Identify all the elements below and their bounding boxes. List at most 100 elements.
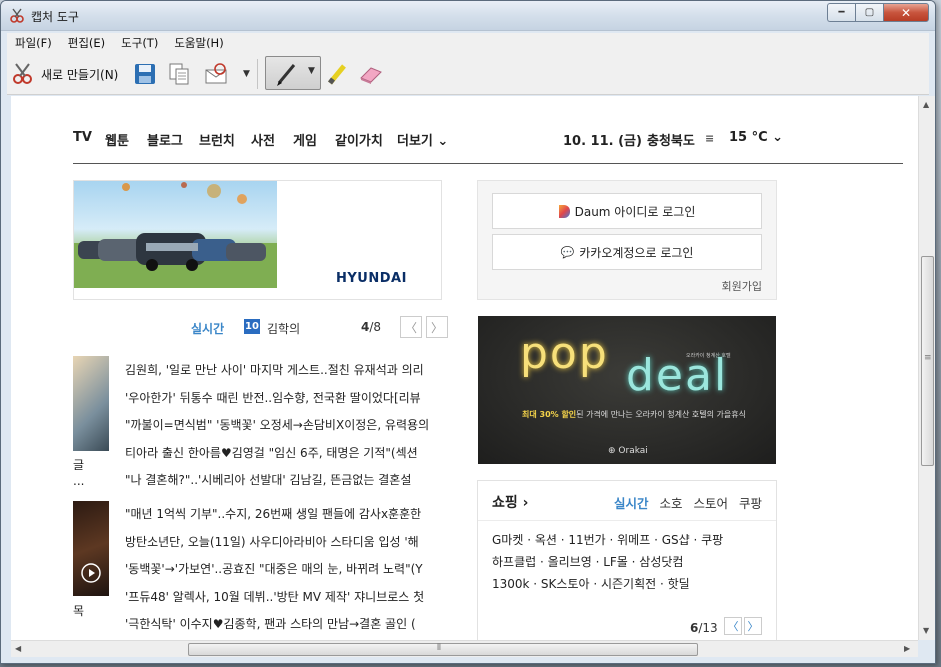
realtime-prev-button[interactable]: 〈 (400, 316, 422, 338)
shopping-links: G마켓 · 옥션 · 11번가 · 위메프 · GS샵 · 쿠팡 하프클럽 · … (492, 530, 723, 596)
shopping-next-button[interactable]: 〉 (744, 617, 762, 635)
thumbnail-caption-ellipsis: ... (73, 474, 85, 488)
menu-help[interactable]: 도움말(H) (174, 35, 223, 51)
hyundai-logo: HYUNDAI (336, 271, 407, 286)
menu-file[interactable]: 파일(F) (15, 35, 52, 51)
shopping-title[interactable]: 쇼핑 › (492, 492, 528, 512)
nav-item[interactable]: 같이가치 (335, 130, 383, 149)
scissors-app-icon (10, 8, 24, 23)
car-illustration (74, 182, 277, 288)
play-icon (81, 563, 101, 583)
maximize-button[interactable]: ▢ (855, 3, 883, 22)
save-button[interactable] (133, 59, 157, 89)
temperature-text[interactable]: 15 °C ⌄ (729, 130, 783, 145)
news-list-2: "매년 1억씩 기부"..수지, 26번째 생일 팬들에 감사x훈훈한 방탄소년… (125, 504, 445, 640)
nav-item[interactable]: TV (73, 130, 92, 145)
scroll-up-icon[interactable]: ▲ (923, 100, 929, 109)
orakai-logo: ⊕ Orakai (608, 446, 648, 456)
scroll-left-icon[interactable]: ◀ (15, 644, 21, 653)
nav-item[interactable]: 웹툰 (105, 130, 129, 149)
new-capture-label: 새로 만들기(N) (41, 67, 119, 82)
news-list-1: 김원희, '일로 만난 사이' 마지막 게스트..절친 유재석과 의리 '우아한… (125, 360, 445, 498)
shopping-pagination: 6/13 (690, 621, 718, 635)
tab-realtime[interactable]: 실시간 (614, 493, 649, 512)
shopping-links-row[interactable]: 하프클럽 · 올리브영 · LF몰 · 삼성닷컴 (492, 552, 723, 574)
region-text[interactable]: 충청북도 (647, 130, 695, 149)
highlighter-button[interactable] (325, 59, 349, 89)
news-headline[interactable]: 방탄소년단, 오늘(11일) 사우디아라비아 스타디움 입성 '해 (125, 532, 445, 560)
daum-login-label: Daum 아이디로 로그인 (574, 204, 696, 219)
minimize-icon: ━ (838, 7, 845, 18)
news-headline[interactable]: 김원희, '일로 만난 사이' 마지막 게스트..절친 유재석과 의리 (125, 360, 445, 388)
vertical-scroll-thumb[interactable]: ≡ (921, 256, 934, 466)
copy-button[interactable] (167, 59, 191, 89)
popdeal-subtitle: 최대 30% 할인된 가격에 만나는 오라카이 청계산 호텔의 가을휴식 (522, 409, 746, 420)
kakao-login-label: 카카오계정으로 로그인 (579, 245, 694, 260)
menu-edit[interactable]: 편집(E) (68, 35, 105, 51)
maximize-icon: ▢ (864, 7, 875, 18)
signup-link[interactable]: 회원가입 (722, 278, 762, 294)
thumbnail-caption: 목 (73, 604, 85, 618)
realtime-rank-badge: 10 (244, 319, 260, 334)
capture-canvas: TV 웹툰 블로그 브런치 사전 게임 같이가치 더보기 ⌄ 10. 11. (… (11, 96, 918, 640)
horizontal-scrollbar[interactable]: ◀ ⦀ ▶ (11, 640, 918, 657)
haze-icon: ≡ (705, 132, 715, 145)
popdeal-subtitle-rest: 된 가격에 만나는 오라카이 청계산 호텔의 가을휴식 (576, 410, 746, 419)
toolbar-separator (257, 59, 258, 89)
nav-item[interactable]: 블로그 (147, 130, 183, 149)
popdeal-pop-text: pop (520, 328, 609, 379)
login-panel: Daum 아이디로 로그인 💬 카카오계정으로 로그인 회원가입 (477, 180, 777, 300)
send-snip-button[interactable] (203, 59, 231, 89)
title-bar[interactable]: 캡처 도구 ━ ▢ ✕ (1, 1, 935, 31)
pen-tool-button[interactable]: ▼ (265, 56, 321, 90)
tab-store[interactable]: 스토어 (694, 493, 729, 512)
shopping-divider (478, 520, 776, 521)
eraser-icon (360, 67, 382, 84)
nav-item-more[interactable]: 더보기 ⌄ (397, 130, 448, 149)
nav-item[interactable]: 사전 (251, 130, 275, 149)
news-headline[interactable]: '동백꽃'→'가보연'..공효진 "대중은 매의 눈, 바뀌려 노력"(Y (125, 559, 445, 587)
menu-tools[interactable]: 도구(T) (121, 35, 158, 51)
video-thumbnail[interactable] (73, 501, 109, 596)
news-headline[interactable]: '우아한가' 뒤통수 때린 반전..임수향, 전국환 딸이었다[리뷰 (125, 388, 445, 416)
tab-soho[interactable]: 소호 (660, 493, 683, 512)
horizontal-scroll-thumb[interactable]: ⦀ (188, 643, 698, 656)
tab-coupang[interactable]: 쿠팡 (739, 493, 762, 512)
vertical-scrollbar[interactable]: ▲ ≡ ▼ (918, 96, 935, 640)
save-icon (135, 64, 155, 84)
realtime-keyword[interactable]: 김학의 (267, 320, 300, 337)
orakai-logo-text: Orakai (618, 446, 648, 456)
nav-item[interactable]: 게임 (293, 130, 317, 149)
close-button[interactable]: ✕ (883, 3, 929, 22)
pen-dropdown-icon[interactable]: ▼ (308, 66, 315, 76)
hyundai-ad-banner[interactable]: HYUNDAI (73, 180, 442, 300)
shopping-links-row[interactable]: G마켓 · 옥션 · 11번가 · 위메프 · GS샵 · 쿠팡 (492, 530, 723, 552)
scroll-right-icon[interactable]: ▶ (904, 644, 910, 653)
minimize-button[interactable]: ━ (827, 3, 855, 22)
news-headline[interactable]: '프듀48' 알렉사, 10월 데뷔..'방탄 MV 제작' 쟈니브로스 첫 (125, 587, 445, 615)
shopping-links-row[interactable]: 1300k · SK스토아 · 시즌기획전 · 핫딜 (492, 574, 723, 596)
nav-item[interactable]: 브런치 (199, 130, 235, 149)
scroll-down-icon[interactable]: ▼ (923, 626, 929, 635)
send-dropdown-arrow[interactable]: ▼ (243, 59, 250, 89)
daum-login-button[interactable]: Daum 아이디로 로그인 (492, 193, 762, 229)
news-headline[interactable]: '극한식탁' 이수지♥김종학, 팬과 스타의 만남→결혼 골인 ( (125, 614, 445, 640)
page-total: /8 (369, 320, 382, 334)
news-thumbnail[interactable] (73, 356, 109, 451)
news-headline[interactable]: 티아라 출신 한아름♥김영걸 "임신 6주, 태명은 기적"(섹션 (125, 443, 445, 471)
toolbar: 새로 만들기(N) ▼ ▼ (7, 53, 929, 95)
news-headline[interactable]: "나 결혼해?"..'시베리아 선발대' 김남길, 뜬금없는 결혼설 (125, 470, 445, 498)
highlighter-icon (328, 64, 346, 85)
date-text: 10. 11. (금) (563, 134, 642, 149)
realtime-next-button[interactable]: 〉 (426, 316, 448, 338)
popdeal-ad-banner[interactable]: pop 오라카이 청계산 호텔 deal 최대 30% 할인된 가격에 만나는 … (478, 316, 776, 464)
new-capture-button[interactable]: 새로 만들기(N) (11, 59, 118, 89)
news-headline[interactable]: "매년 1억씩 기부"..수지, 26번째 생일 팬들에 감사x훈훈한 (125, 504, 445, 532)
realtime-label[interactable]: 실시간 (191, 320, 224, 337)
speech-bubble-icon: 💬 (560, 245, 575, 259)
kakao-login-button[interactable]: 💬 카카오계정으로 로그인 (492, 234, 762, 270)
eraser-button[interactable] (357, 59, 385, 89)
pen-icon (277, 64, 296, 86)
shopping-prev-button[interactable]: 〈 (724, 617, 742, 635)
news-headline[interactable]: "까불이=면식범" '동백꽃' 오정세→손담비X이정은, 유력용의 (125, 415, 445, 443)
